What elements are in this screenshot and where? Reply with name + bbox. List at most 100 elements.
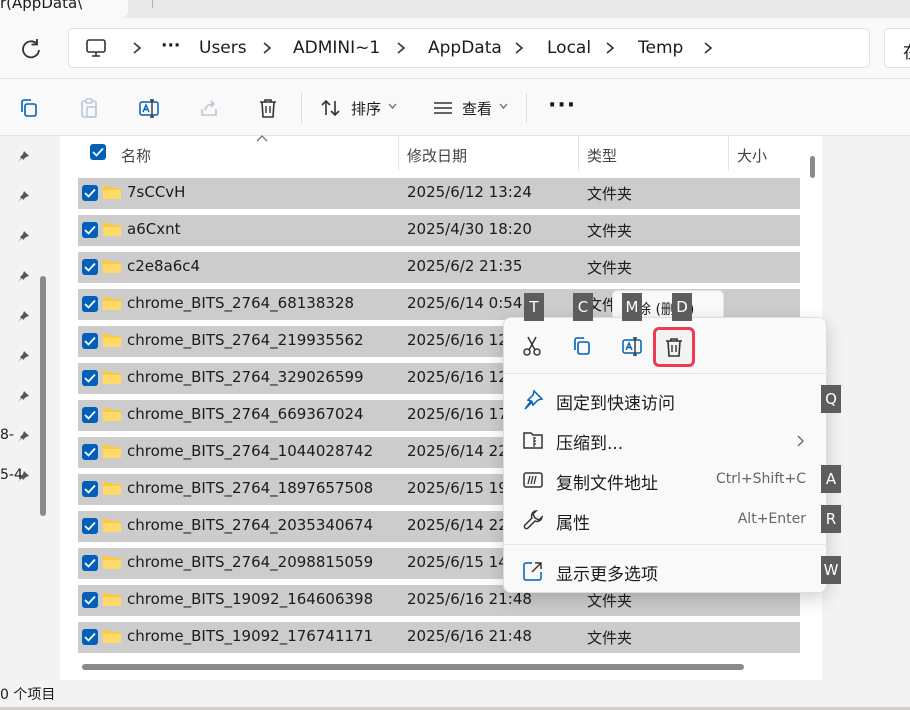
column-size[interactable]: 大小 [737,145,767,166]
nav-item-fragment[interactable]: 8- [0,427,14,443]
file-name: chrome_BITS_19092_164606398 [127,590,374,608]
row-checkbox[interactable] [82,444,98,460]
row-checkbox[interactable] [82,222,98,238]
chevron-right-icon[interactable] [261,41,273,55]
menu-item-copy-path[interactable]: 复制文件地址 Ctrl+Shift+C [504,460,826,500]
chevron-right-icon[interactable] [604,41,616,55]
cut-icon[interactable] [521,335,543,357]
more-options-button[interactable]: ··· [548,93,576,118]
access-key-delete: D [672,293,692,321]
refresh-icon[interactable] [18,36,44,62]
file-name: a6Cxnt [127,220,181,238]
pin-icon[interactable] [17,470,30,483]
share-icon[interactable] [198,97,220,119]
row-checkbox[interactable] [82,333,98,349]
rename-icon[interactable] [138,97,160,119]
pin-icon[interactable] [17,230,30,243]
table-row[interactable]: 7sCCvH 2025/6/12 13:24 文件夹 [78,178,800,209]
address-bar[interactable]: ··· Users ADMINI~1 AppData Local Temp [68,28,870,68]
folder-icon [103,445,121,458]
horizontal-scrollbar[interactable] [82,664,744,670]
delete-icon [666,338,682,357]
chevron-right-icon[interactable] [131,41,143,55]
table-row[interactable]: c2e8a6c4 2025/6/2 21:35 文件夹 [78,252,800,283]
file-date: 2025/6/14 22 [407,516,508,534]
table-row[interactable]: chrome_BITS_19092_176741171 2025/6/16 21… [78,622,800,653]
paste-icon[interactable] [78,97,100,119]
row-checkbox[interactable] [82,296,98,312]
file-name: chrome_BITS_19092_176741171 [127,627,374,645]
sort-icon[interactable] [320,97,342,119]
access-key-copy: C [573,293,593,321]
file-name: chrome_BITS_2764_329026599 [127,368,364,386]
row-checkbox[interactable] [82,592,98,608]
address-segment-local[interactable]: Local [547,38,591,58]
file-date: 2025/6/12 13:24 [407,183,532,201]
pin-icon[interactable] [17,190,30,203]
row-checkbox[interactable] [82,555,98,571]
folder-icon [103,408,121,421]
copy-path-icon [523,472,543,488]
chevron-right-icon[interactable] [702,41,714,55]
column-divider[interactable] [578,136,579,170]
pin-icon[interactable] [17,430,30,443]
delete-button[interactable] [653,327,695,367]
menu-item-label: 固定到快速访问 [556,394,675,414]
this-pc-icon[interactable] [85,38,107,58]
row-checkbox[interactable] [82,407,98,423]
pin-icon[interactable] [17,390,30,403]
row-checkbox[interactable] [82,259,98,275]
menu-item-pin-quick-access[interactable]: 固定到快速访问 [504,380,826,420]
select-all-checkbox[interactable] [90,144,106,160]
access-key-more-options: W [821,556,841,584]
row-checkbox[interactable] [82,185,98,201]
sort-button[interactable]: 排序 [351,98,381,119]
row-checkbox[interactable] [82,629,98,645]
menu-item-label: 显示更多选项 [556,565,658,585]
file-type: 文件夹 [587,629,633,647]
column-divider[interactable] [728,136,729,170]
folder-icon [103,630,121,643]
file-date: 2025/6/16 12 [407,368,508,386]
chevron-down-icon[interactable] [499,103,508,109]
chevron-right-icon[interactable] [513,41,525,55]
rename-icon[interactable] [621,335,643,357]
view-button[interactable]: 查看 [462,98,492,119]
column-type[interactable]: 类型 [587,145,617,166]
row-checkbox[interactable] [82,481,98,497]
chevron-right-icon[interactable] [395,41,407,55]
address-segment-appdata[interactable]: AppData [428,38,502,58]
column-name[interactable]: 名称 [121,145,151,166]
copy-icon[interactable] [18,97,40,119]
menu-item-compress[interactable]: 压缩到... [504,420,826,460]
row-checkbox[interactable] [82,370,98,386]
chevron-down-icon[interactable] [388,103,397,109]
access-key-properties: R [821,505,841,533]
address-segment-admini[interactable]: ADMINI~1 [293,38,380,58]
nav-scrollbar[interactable] [40,276,46,516]
pin-icon[interactable] [17,270,30,283]
address-segment-temp[interactable]: Temp [638,38,683,58]
address-segment-users[interactable]: Users [199,38,247,58]
access-key-rename: M [622,293,642,321]
file-type: 文件夹 [587,259,633,277]
file-date: 2025/6/14 22 [407,442,508,460]
window-tab[interactable]: r(AppData\ [0,0,128,18]
vertical-scrollbar[interactable] [810,156,815,178]
pin-icon[interactable] [17,350,30,363]
delete-icon[interactable] [257,97,279,119]
file-type: 文件夹 [587,185,633,203]
table-row[interactable]: a6Cxnt 2025/4/30 18:20 文件夹 [78,215,800,246]
column-modified[interactable]: 修改日期 [407,145,467,166]
menu-item-show-more-options[interactable]: 显示更多选项 [504,551,826,591]
address-ellipsis[interactable]: ··· [161,36,180,56]
view-icon[interactable] [432,97,454,119]
menu-item-properties[interactable]: 属性 Alt+Enter [504,500,826,540]
file-name: c2e8a6c4 [127,257,201,275]
pin-icon[interactable] [17,150,30,163]
pin-icon[interactable] [17,310,30,323]
column-divider[interactable] [398,136,399,170]
copy-icon[interactable] [571,335,593,357]
row-checkbox[interactable] [82,518,98,534]
search-input[interactable]: 在 [884,28,910,68]
